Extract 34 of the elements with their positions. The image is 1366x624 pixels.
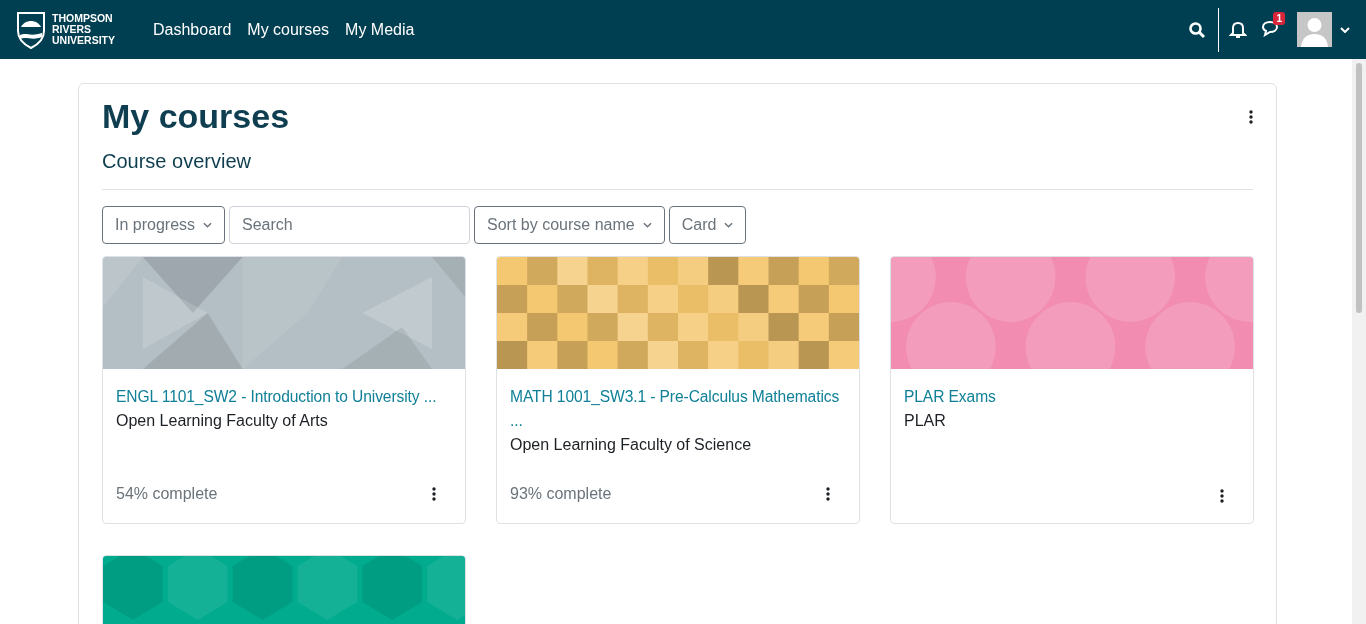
- caret-icon: [642, 222, 652, 228]
- course-title-link[interactable]: MATH 1001_SW3.1 - Pre-Calculus Mathematics ...: [510, 385, 846, 433]
- filter-dropdown[interactable]: Sort by course name: [474, 206, 665, 244]
- filter-dropdown[interactable]: In progress: [102, 206, 226, 244]
- progress-text: 93% complete: [510, 485, 612, 503]
- course-category: PLAR: [904, 411, 947, 431]
- logo-text: THOMPSON: [52, 13, 114, 24]
- nav-link[interactable]: My Media: [345, 20, 415, 39]
- bell-icon[interactable]: [1229, 20, 1247, 39]
- caret-icon: [203, 222, 213, 228]
- more-icon[interactable]: [1220, 489, 1224, 503]
- page-title: My courses: [102, 96, 290, 136]
- caret-icon[interactable]: [1340, 26, 1350, 33]
- course-category: Open Learning Faculty of Science: [510, 435, 753, 455]
- logo-text: UNIVERSITY: [52, 35, 115, 46]
- nav-link[interactable]: My courses: [247, 20, 330, 39]
- search-field[interactable]: Search: [229, 206, 471, 244]
- chat-icon[interactable]: [1261, 18, 1279, 37]
- more-icon[interactable]: [826, 487, 830, 501]
- nav-link[interactable]: Dashboard: [153, 20, 232, 39]
- caret-icon: [724, 222, 734, 228]
- more-icon[interactable]: [432, 487, 436, 501]
- notification-badge: 1: [1273, 11, 1285, 25]
- shield-logo-icon: [16, 10, 46, 49]
- search-icon[interactable]: [1188, 20, 1206, 39]
- section-heading: Course overview: [102, 150, 252, 173]
- course-title-link[interactable]: ENGL 1101_SW2 - Introduction to University ...: [116, 385, 452, 409]
- course-title-link[interactable]: PLAR Exams: [904, 385, 1240, 409]
- more-icon[interactable]: [1249, 110, 1253, 124]
- logo-text: RIVERS: [52, 24, 93, 35]
- progress-text: 54% complete: [116, 485, 218, 503]
- course-category: Open Learning Faculty of Arts: [116, 411, 329, 431]
- scrollbar[interactable]: [1352, 59, 1366, 624]
- filter-dropdown[interactable]: Card: [668, 206, 747, 244]
